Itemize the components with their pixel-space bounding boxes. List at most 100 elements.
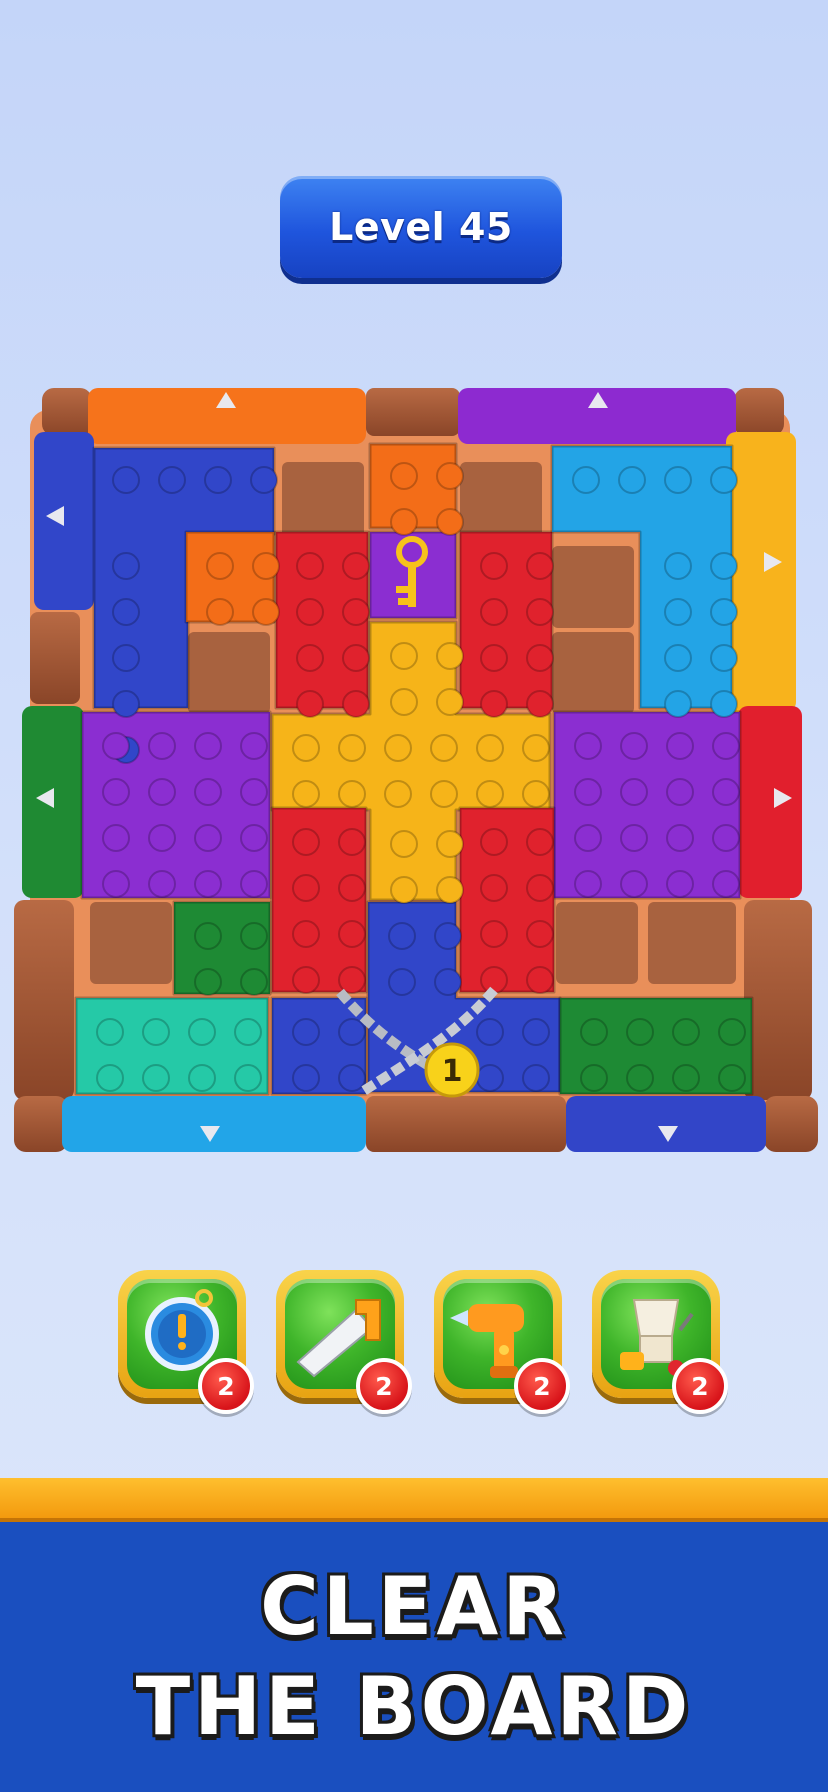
right-red-gate[interactable] [738,706,802,898]
stud [390,508,418,536]
footer-stripe [0,1478,828,1518]
stud [664,644,692,672]
stud [112,644,140,672]
booster-count: 2 [356,1358,412,1414]
stud [526,828,554,856]
drill-booster-button[interactable]: 2 [434,1270,570,1414]
stud [666,824,694,852]
stud [388,968,416,996]
stud [526,874,554,902]
stud [102,732,130,760]
stud [296,644,324,672]
stud [296,552,324,580]
stud [718,1064,746,1092]
stud [666,778,694,806]
stud [148,870,176,898]
saw-booster-button[interactable]: 2 [276,1270,412,1414]
stud [296,690,324,718]
stud [522,734,550,762]
stud [574,732,602,760]
stud [664,598,692,626]
headline-line-2: THE BOARD [135,1660,693,1753]
stud [436,462,464,490]
stud [710,598,738,626]
stud [112,690,140,718]
stud [390,642,418,670]
booster-count: 2 [198,1358,254,1414]
stud [148,778,176,806]
stud [620,778,648,806]
stud [626,1018,654,1046]
booster-count: 2 [514,1358,570,1414]
stud [148,732,176,760]
stud [240,870,268,898]
stud [710,690,738,718]
stud [338,780,366,808]
stud [234,1018,262,1046]
stud [338,874,366,902]
stud [234,1064,262,1092]
stud [436,688,464,716]
stud [342,690,370,718]
stud [194,968,222,996]
stud [240,824,268,852]
stud [390,876,418,904]
stud [96,1064,124,1092]
vacuum-booster-button[interactable]: 2 [592,1270,728,1414]
stud [112,598,140,626]
stud [112,466,140,494]
stud [384,780,412,808]
stud [618,466,646,494]
stud [292,828,320,856]
stud [476,734,504,762]
stud [338,734,366,762]
stud [206,552,234,580]
stud [672,1018,700,1046]
stud [718,1018,746,1046]
stud [436,876,464,904]
stud [522,780,550,808]
stud [430,734,458,762]
stud [292,734,320,762]
stud [292,874,320,902]
stud [574,778,602,806]
stud [342,552,370,580]
stud [436,830,464,858]
stud [580,1018,608,1046]
stud [292,1064,320,1092]
stud [338,1018,366,1046]
stud [240,732,268,760]
stud [522,1064,550,1092]
stud [436,508,464,536]
stud [476,1018,504,1046]
stud [620,732,648,760]
stud [476,780,504,808]
stud [338,920,366,948]
stud [102,824,130,852]
stud [712,778,740,806]
stud [710,644,738,672]
headline-line-1: CLEAR [260,1560,568,1653]
bottom-blue-gate[interactable] [566,1096,766,1152]
stud [430,780,458,808]
stud [292,780,320,808]
stud [342,598,370,626]
stud [252,552,280,580]
stud [142,1018,170,1046]
stud [526,552,554,580]
stud [436,642,464,670]
stud [626,1064,654,1092]
stud [712,732,740,760]
stud [480,966,508,994]
timer-booster-button[interactable]: 2 [118,1270,254,1414]
booster-count: 2 [672,1358,728,1414]
stud [434,922,462,950]
stud [672,1064,700,1092]
bottom-skyblue-gate[interactable] [62,1096,366,1152]
stud [666,732,694,760]
puzzle-board: 1 [14,388,818,1152]
stud [522,1018,550,1046]
stud [480,828,508,856]
stud [204,466,232,494]
stud [338,966,366,994]
